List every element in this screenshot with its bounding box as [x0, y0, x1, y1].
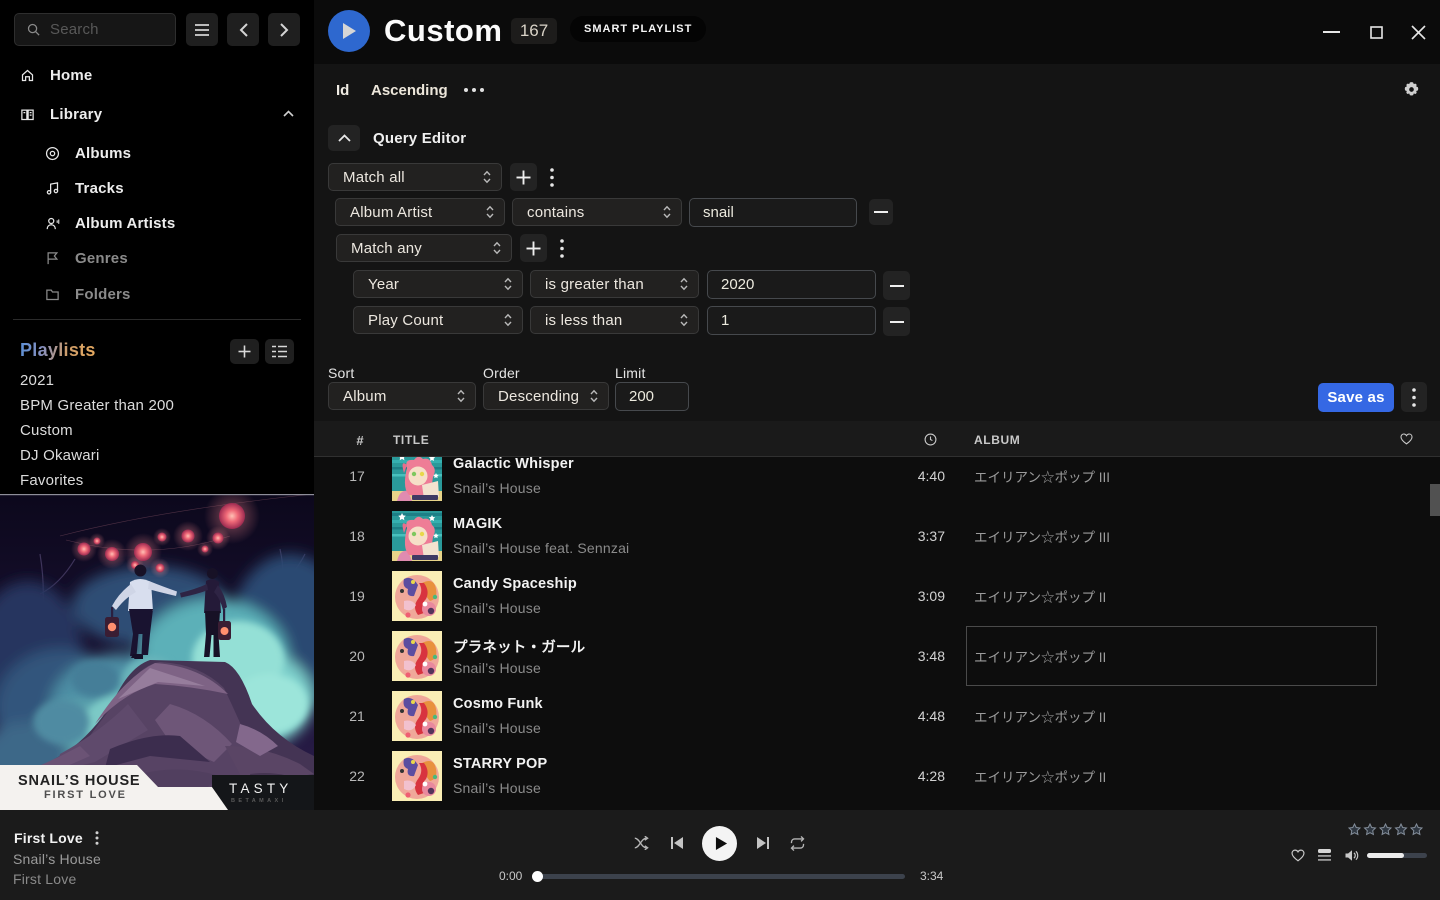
svg-text:BETAMAXI: BETAMAXI: [231, 798, 287, 804]
svg-text:SNAIL’S HOUSE: SNAIL’S HOUSE: [18, 773, 140, 789]
svg-text:FIRST LOVE: FIRST LOVE: [44, 789, 127, 801]
svg-text:TASTY: TASTY: [229, 781, 293, 796]
